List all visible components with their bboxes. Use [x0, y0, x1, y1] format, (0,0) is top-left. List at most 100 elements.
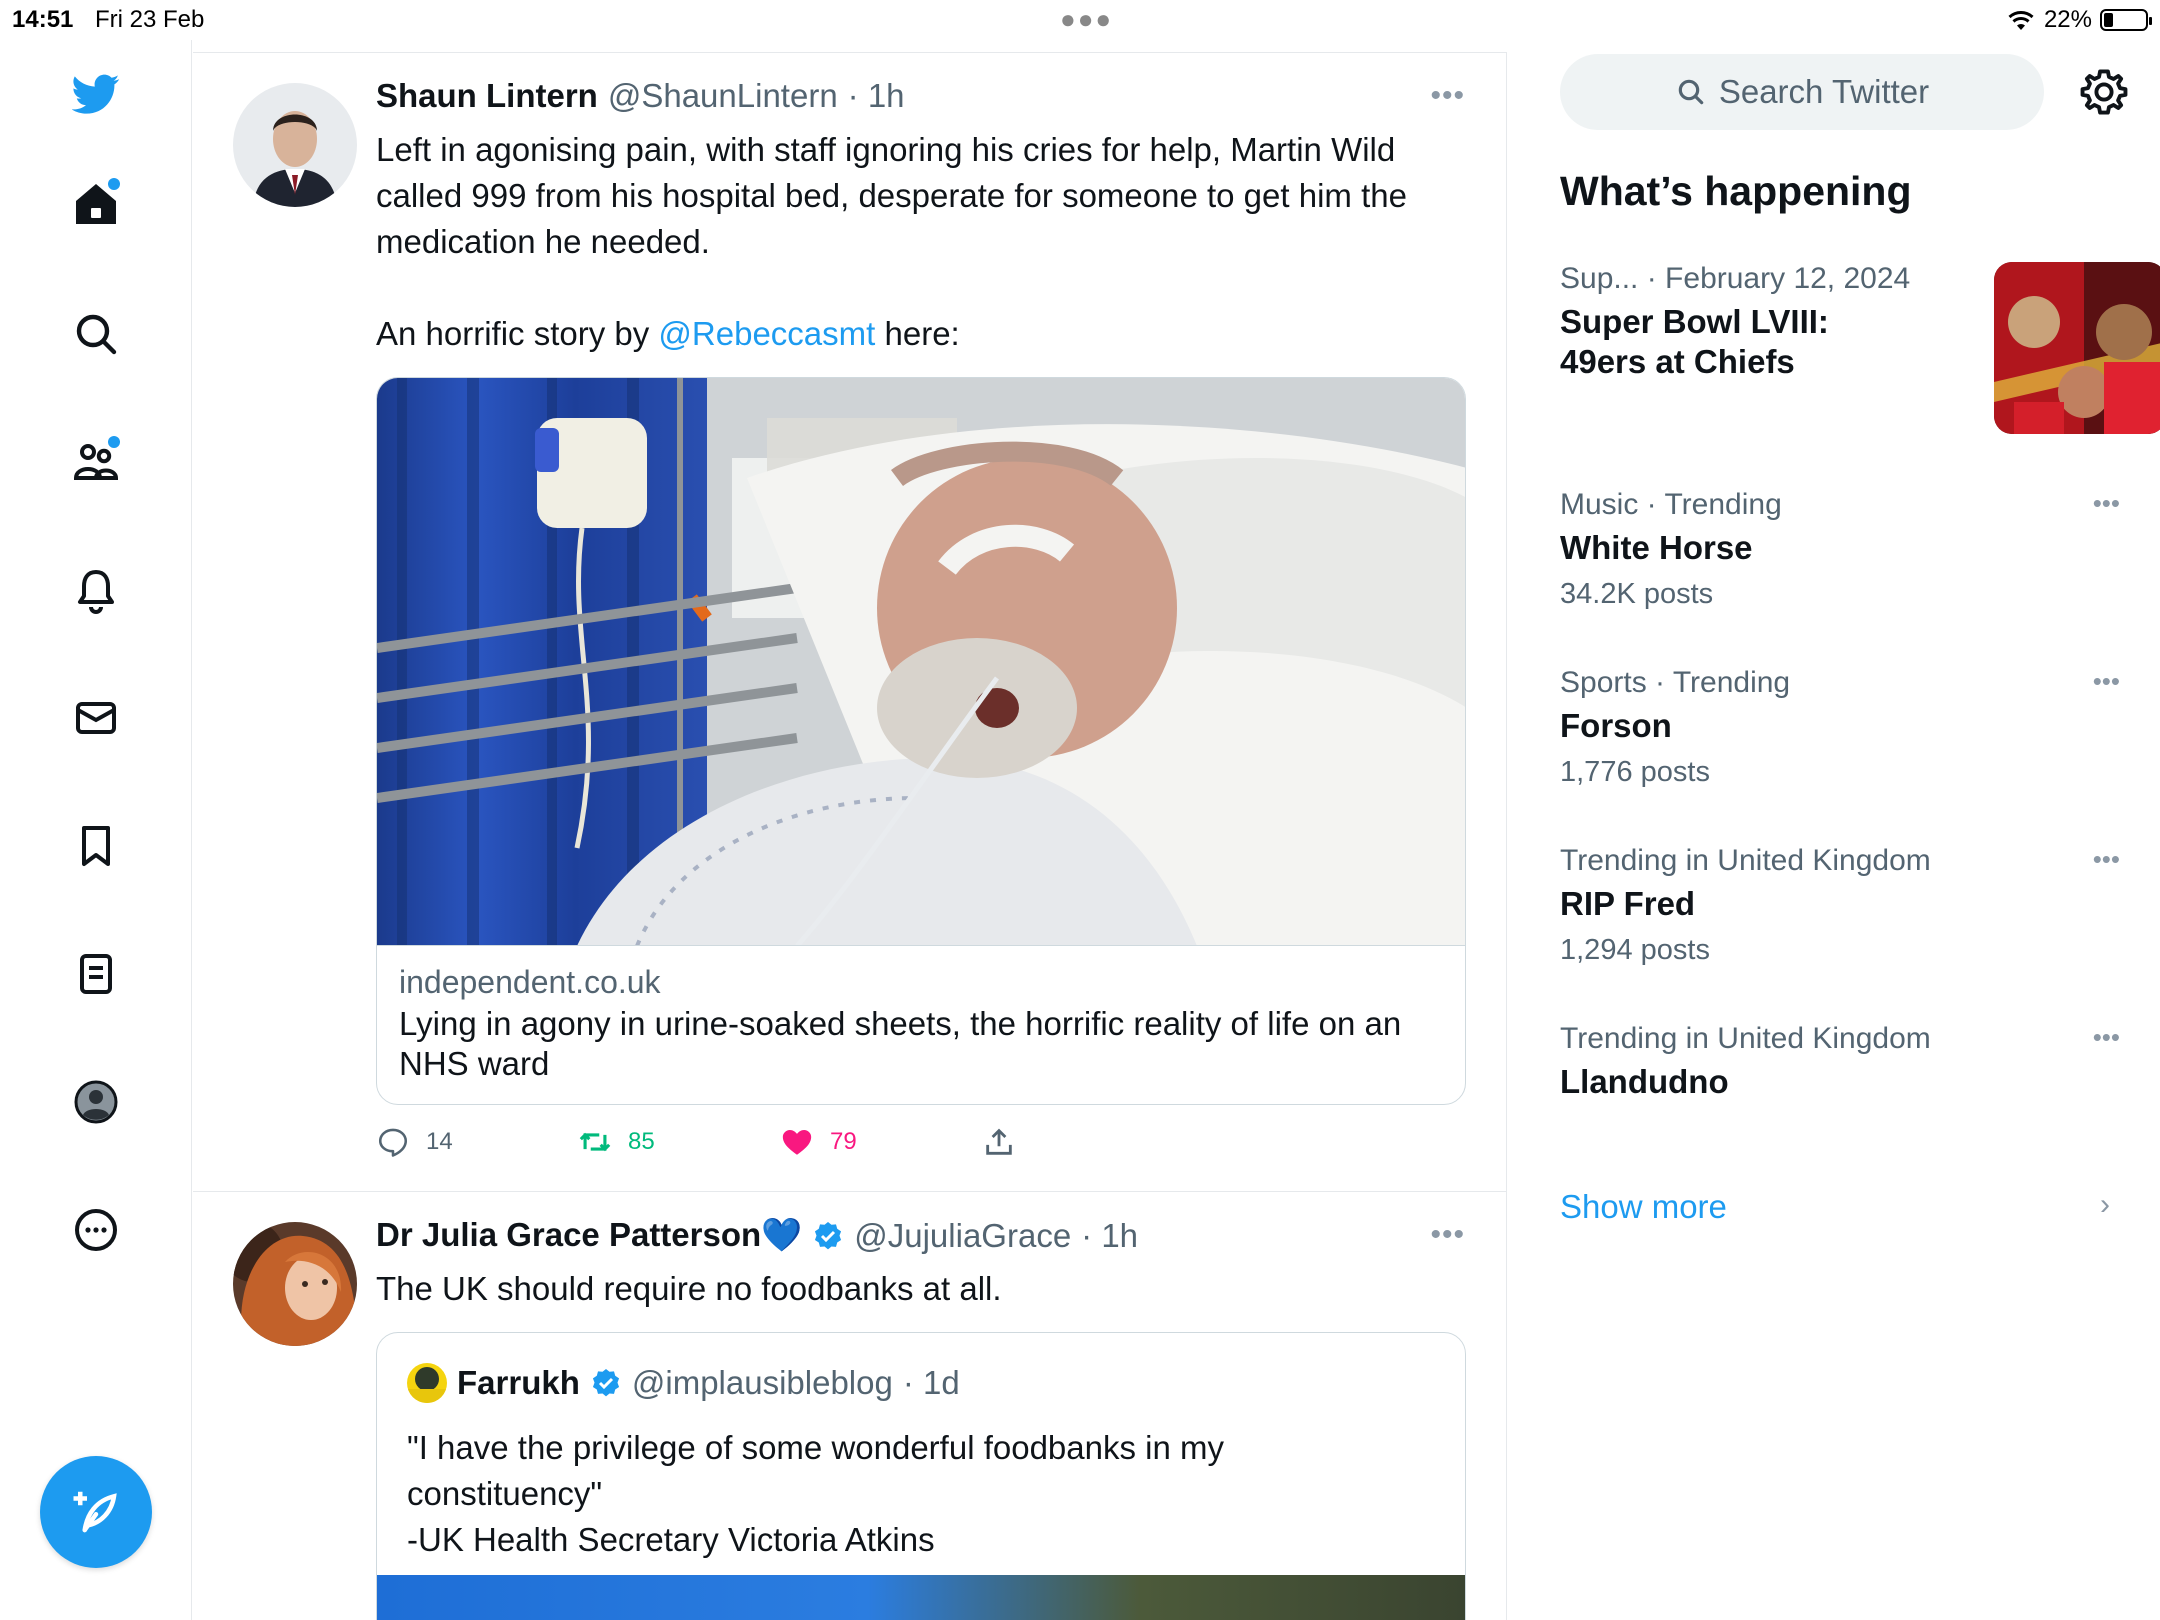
tweet-time[interactable]: · 1h [848, 77, 905, 115]
trend-meta: Trending in United Kingdom [1560, 1022, 1931, 1055]
lists-icon[interactable] [64, 942, 128, 1006]
show-more-link[interactable]: Show more › [1560, 1188, 2120, 1226]
tweet-text-part: An horrific story by [376, 315, 659, 352]
trend-item-white-horse[interactable]: Music · Trending White Horse 34.2K posts… [1560, 488, 2120, 611]
trend-item-forson[interactable]: Sports · Trending Forson 1,776 posts ••• [1560, 666, 2120, 789]
retweet-button[interactable]: 85 [578, 1125, 780, 1159]
right-sidebar: Search Twitter What’s happening Sup... ·… [1508, 40, 2160, 1620]
trend-more-button[interactable]: ••• [2093, 488, 2120, 519]
trend-meta: Trending in United Kingdom [1560, 844, 1931, 877]
left-navigation [0, 40, 192, 1620]
trend-date: · February 12, 2024 [1646, 262, 1911, 295]
author-handle[interactable]: @ShaunLintern [608, 77, 838, 115]
notifications-icon[interactable] [64, 558, 128, 622]
trend-image[interactable] [1994, 262, 2160, 434]
status-time: 14:51 [12, 6, 74, 33]
settings-gear-icon[interactable] [2078, 66, 2130, 118]
trend-title: RIP Fred [1560, 885, 1696, 922]
quote-text-line: -UK Health Secretary Victoria Atkins [407, 1521, 935, 1558]
link-card[interactable]: independent.co.uk Lying in agony in urin… [376, 377, 1466, 1105]
mention-link[interactable]: @Rebeccasmt [658, 315, 875, 352]
tweet-header: Shaun Lintern @ShaunLintern · 1h [376, 77, 905, 115]
tweet-more-button[interactable]: ••• [1430, 79, 1465, 113]
trend-more-button[interactable]: ••• [2093, 844, 2120, 875]
trend-meta: Music · Trending [1560, 488, 1782, 521]
timeline: Shaun Lintern @ShaunLintern · 1h ••• Lef… [193, 52, 1507, 1620]
verified-badge-icon [592, 1369, 619, 1397]
tweet-text-part: here: [875, 315, 960, 352]
heart-icon [782, 1129, 812, 1155]
avatar[interactable] [233, 83, 357, 207]
show-more-label: Show more [1560, 1188, 1727, 1225]
avatar[interactable] [233, 1222, 357, 1346]
tweet-time[interactable]: · 1h [1081, 1217, 1138, 1255]
quote-text: "I have the privilege of some wonderful … [407, 1425, 1437, 1563]
compose-tweet-icon [73, 1491, 117, 1533]
home-icon[interactable] [64, 172, 128, 236]
reply-count: 14 [426, 1128, 453, 1155]
tweet-shaun-lintern[interactable]: Shaun Lintern @ShaunLintern · 1h ••• Lef… [193, 53, 1506, 1191]
communities-notification-dot [108, 436, 120, 448]
link-card-domain: independent.co.uk [399, 964, 661, 1000]
quote-header: Farrukh @implausibleblog · 1d [407, 1363, 960, 1403]
trend-category: Sup... [1560, 262, 1639, 295]
share-button[interactable] [982, 1125, 1184, 1159]
status-bar: 14:51 Fri 23 Feb ●●● 22% [0, 0, 2160, 40]
reply-button[interactable]: 14 [376, 1125, 578, 1159]
tweet-actions: 14 85 79 [376, 1125, 1184, 1159]
trend-item-llandudno[interactable]: Trending in United Kingdom Llandudno ••• [1560, 1022, 2120, 1102]
tweet-julia-grace-patterson[interactable]: Dr Julia Grace Patterson💙 @JujuliaGrace … [193, 1192, 1506, 1620]
quote-text-line: constituency" [407, 1475, 603, 1512]
trend-title: Llandudno [1560, 1063, 1729, 1100]
tweet-text-line: Left in agonising pain, with staff ignor… [376, 131, 1396, 168]
bookmarks-icon[interactable] [64, 814, 128, 878]
trend-post-count: 1,294 posts [1560, 934, 1710, 966]
quoted-tweet[interactable]: Farrukh @implausibleblog · 1d "I have th… [376, 1332, 1466, 1620]
trend-item-rip-fred[interactable]: Trending in United Kingdom RIP Fred 1,29… [1560, 844, 2120, 967]
reply-icon [378, 1128, 408, 1157]
trend-title: White Horse [1560, 529, 1753, 566]
quote-text-line: "I have the privilege of some wonderful … [407, 1429, 1224, 1466]
battery-fill [2104, 13, 2113, 27]
quote-media[interactable] [377, 1575, 1465, 1620]
verified-badge-icon [815, 1221, 842, 1249]
explore-icon[interactable] [64, 302, 128, 366]
author-handle[interactable]: @JujuliaGrace [854, 1217, 1071, 1255]
author-name[interactable]: Shaun Lintern [376, 77, 598, 115]
link-card-title: Lying in agony in urine-soaked sheets, t… [399, 1005, 1402, 1082]
twitter-logo-icon[interactable] [64, 62, 128, 126]
compose-tweet-button[interactable] [40, 1456, 152, 1568]
quote-time[interactable]: · 1d [903, 1364, 960, 1402]
tweet-more-button[interactable]: ••• [1430, 1218, 1465, 1252]
wifi-icon [2008, 11, 2034, 30]
profile-icon[interactable] [64, 1070, 128, 1134]
tweet-header: Dr Julia Grace Patterson💙 @JujuliaGrace … [376, 1216, 1138, 1255]
more-icon[interactable] [64, 1198, 128, 1262]
multitasking-dots-icon[interactable]: ●●● [1060, 4, 1113, 35]
trend-item-super-bowl[interactable]: Sup... · February 12, 2024 Super Bowl LV… [1560, 262, 2160, 442]
tweet-text: Left in agonising pain, with staff ignor… [376, 127, 1466, 357]
search-placeholder: Search Twitter [1718, 73, 1930, 110]
tweet-text-line: called 999 from his hospital bed, desper… [376, 177, 1407, 214]
quote-author-name[interactable]: Farrukh [457, 1364, 580, 1402]
communities-icon[interactable] [64, 430, 128, 494]
like-count: 79 [830, 1128, 857, 1155]
trend-title: Forson [1560, 707, 1672, 744]
share-icon [986, 1128, 1012, 1155]
retweet-icon [579, 1132, 611, 1152]
battery-percent: 22% [2043, 6, 2092, 33]
like-button[interactable]: 79 [780, 1125, 982, 1159]
link-card-image[interactable] [377, 378, 1465, 946]
search-box[interactable]: Search Twitter [1560, 54, 2044, 130]
quote-avatar[interactable] [407, 1363, 447, 1403]
battery-icon [2100, 9, 2152, 31]
author-name[interactable]: Dr Julia Grace Patterson💙 [376, 1216, 802, 1255]
trend-more-button[interactable]: ••• [2093, 1022, 2120, 1053]
messages-icon[interactable] [64, 686, 128, 750]
home-notification-dot [108, 178, 120, 190]
trend-more-button[interactable]: ••• [2093, 666, 2120, 697]
tweet-text-line: medication he needed. [376, 223, 710, 260]
search-icon [1678, 79, 1704, 105]
tweet-text: The UK should require no foodbanks at al… [376, 1270, 1002, 1307]
quote-author-handle[interactable]: @implausibleblog [632, 1364, 893, 1402]
